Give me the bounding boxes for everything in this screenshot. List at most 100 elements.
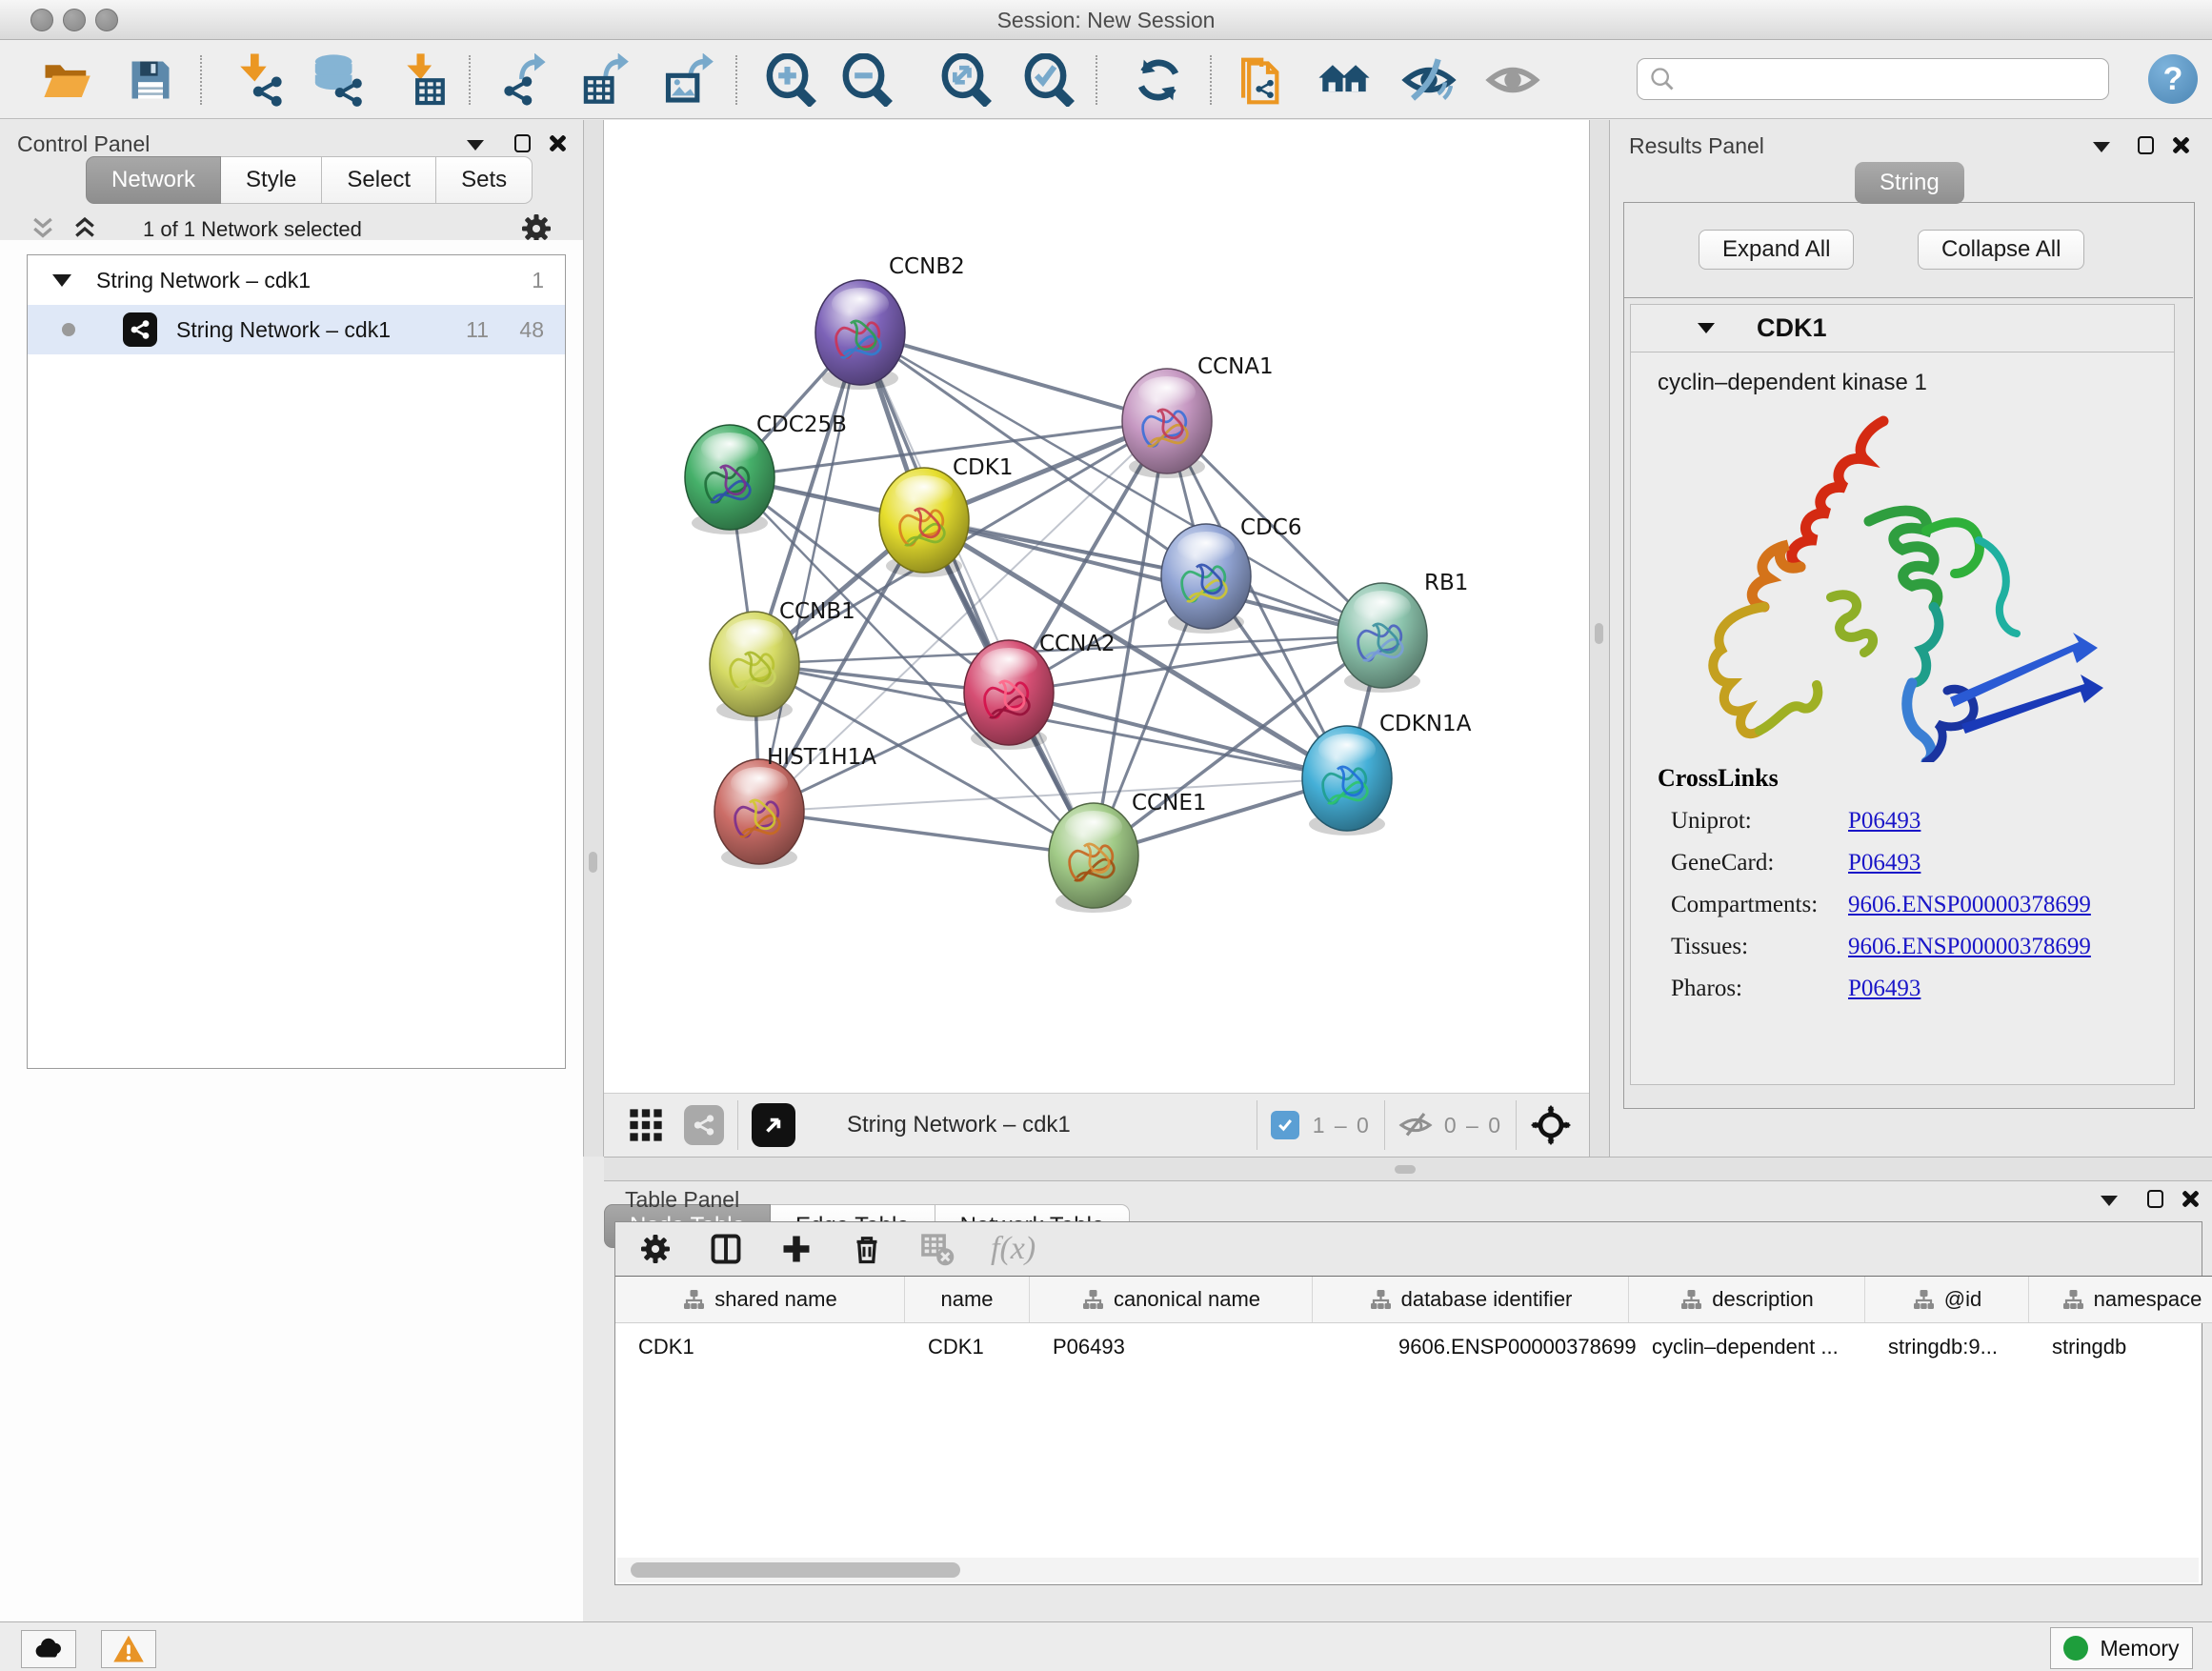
left-splitter[interactable] [583,120,604,1157]
string-results-scroll-area[interactable]: CDK1 cyclin–dependent kinase 1 [1624,298,2193,1107]
collection-disclosure-icon[interactable] [52,274,71,287]
network-canvas[interactable]: CCNB2CCNA1CDC25BCDK1CDC6RB1CCNB1CCNA2CDK… [604,120,1589,1093]
control-panel-menu-caret-icon[interactable] [467,140,484,151]
network-node-CCNE1[interactable] [1049,803,1138,913]
export-image-button[interactable] [664,52,719,108]
string-document-button[interactable] [1234,52,1289,108]
refresh-button[interactable] [1131,52,1186,108]
zoom-selected-button[interactable] [1021,52,1076,108]
edge-HIST1H1A-CCNE1[interactable] [759,812,1094,856]
expand-all-chevrons-icon[interactable] [70,214,99,243]
table-panel-float-icon[interactable] [2147,1190,2163,1208]
edge-CCNB2-CCNA1[interactable] [860,332,1167,421]
table-options-gear-icon[interactable] [638,1232,673,1266]
table-panel-menu-caret-icon[interactable] [2101,1196,2118,1206]
table-horizontal-scrollbar[interactable] [617,1558,2199,1582]
home-networks-button[interactable] [1317,52,1372,108]
right-splitter-handle[interactable] [1595,623,1603,644]
import-table-button[interactable] [395,52,451,108]
tab-string[interactable]: String [1855,162,1964,204]
zoom-out-button[interactable] [839,52,895,108]
results-panel-float-icon[interactable] [2138,136,2154,154]
edge-CCNB2-HIST1H1A[interactable] [759,332,860,812]
column-header-shared-name[interactable]: shared name [615,1277,905,1322]
hide-unhide-button[interactable] [1401,52,1457,108]
save-session-button[interactable] [123,52,178,108]
column-header--id[interactable]: @id [1865,1277,2029,1322]
crosslink-link[interactable]: P06493 [1848,808,1920,835]
collapse-all-chevrons-icon[interactable] [29,214,57,243]
cell-shared-name[interactable]: CDK1 [615,1323,905,1371]
control-panel-float-icon[interactable] [514,134,531,152]
cell-database-identifier[interactable]: 9606.ENSP00000378699 [1313,1323,1629,1371]
network-node-CCNB1[interactable] [710,612,799,721]
import-network-button[interactable] [231,52,286,108]
network-node-CDC25B[interactable] [685,425,774,534]
column-header-database-identifier[interactable]: database identifier [1313,1277,1629,1322]
delete-trash-icon[interactable] [850,1232,884,1266]
table-panel-close-icon[interactable] [2181,1190,2199,1208]
column-header-canonical-name[interactable]: canonical name [1030,1277,1313,1322]
export-table-button[interactable] [579,52,634,108]
tab-select[interactable]: Select [322,156,436,204]
network-node-CDC6[interactable] [1161,524,1251,634]
network-share-button[interactable] [684,1105,724,1145]
cloud-button[interactable] [21,1630,76,1668]
column-header-name[interactable]: name [905,1277,1030,1322]
expand-all-button[interactable]: Expand All [1699,230,1854,270]
tab-style[interactable]: Style [221,156,322,204]
warnings-button[interactable] [101,1630,156,1668]
column-header-namespace[interactable]: namespace [2029,1277,2212,1322]
crosslink-link[interactable]: 9606.ENSP00000378699 [1848,934,2091,960]
cell-name[interactable]: CDK1 [905,1323,1030,1371]
show-graphics-button[interactable] [1485,52,1540,108]
cell-canonical-name[interactable]: P06493 [1030,1323,1313,1371]
grid-view-icon[interactable] [627,1106,665,1144]
cdk1-section-header[interactable]: CDK1 [1630,304,2175,352]
zoom-fit-button[interactable] [938,52,994,108]
tab-sets[interactable]: Sets [436,156,533,204]
horizontal-splitter[interactable] [604,1157,2212,1181]
show-columns-icon[interactable] [709,1232,743,1266]
fit-content-crosshair-icon[interactable] [1530,1104,1572,1146]
network-node-CDKN1A[interactable] [1302,726,1392,836]
export-network-button[interactable] [497,52,553,108]
search-box[interactable] [1637,58,2109,100]
add-column-icon[interactable] [779,1232,814,1266]
cell--id[interactable]: stringdb:9... [1865,1323,2029,1371]
results-panel-close-icon[interactable] [2171,136,2189,154]
search-input[interactable] [1676,67,2085,91]
selected-nodes-checkbox[interactable] [1271,1111,1299,1139]
network-node-CCNB2[interactable] [815,280,905,390]
help-button[interactable]: ? [2148,54,2198,104]
right-splitter[interactable] [1589,120,1610,1157]
crosslink-link[interactable]: P06493 [1848,850,1920,876]
cdk1-disclosure-icon[interactable] [1698,323,1715,333]
hidden-eye-slash-icon[interactable] [1398,1108,1433,1142]
network-row-selected[interactable]: String Network – cdk1 11 48 [28,305,565,354]
horizontal-splitter-handle[interactable] [1395,1165,1416,1174]
network-node-CDK1[interactable] [879,468,969,577]
network-node-CCNA1[interactable] [1122,369,1212,478]
crosslink-link[interactable]: 9606.ENSP00000378699 [1848,892,2091,918]
cell-description[interactable]: cyclin–dependent ... [1629,1323,1865,1371]
left-splitter-handle[interactable] [589,852,597,873]
open-session-button[interactable] [39,52,94,108]
memory-button[interactable]: Memory [2050,1627,2193,1669]
zoom-in-button[interactable] [763,52,818,108]
string-network-graph[interactable]: CCNB2CCNA1CDC25BCDK1CDC6RB1CCNB1CCNA2CDK… [604,120,1589,1093]
network-node-RB1[interactable] [1337,583,1427,693]
tab-network[interactable]: Network [86,156,221,204]
results-panel-menu-caret-icon[interactable] [2093,142,2110,152]
table-scrollbar-thumb[interactable] [631,1562,960,1578]
edge-CCNB2-CCNE1[interactable] [860,332,1094,856]
network-collection-row[interactable]: String Network – cdk1 1 [28,255,565,305]
network-node-HIST1H1A[interactable] [714,759,804,869]
crosslink-link[interactable]: P06493 [1848,976,1920,1002]
column-header-description[interactable]: description [1629,1277,1865,1322]
birdseye-navigator-button[interactable] [752,1103,795,1147]
import-network-from-database-button[interactable] [311,52,366,108]
table-row[interactable]: CDK1CDK1P064939606.ENSP00000378699cyclin… [615,1323,2212,1371]
cell-namespace[interactable]: stringdb [2029,1323,2212,1371]
collapse-all-button[interactable]: Collapse All [1918,230,2084,270]
